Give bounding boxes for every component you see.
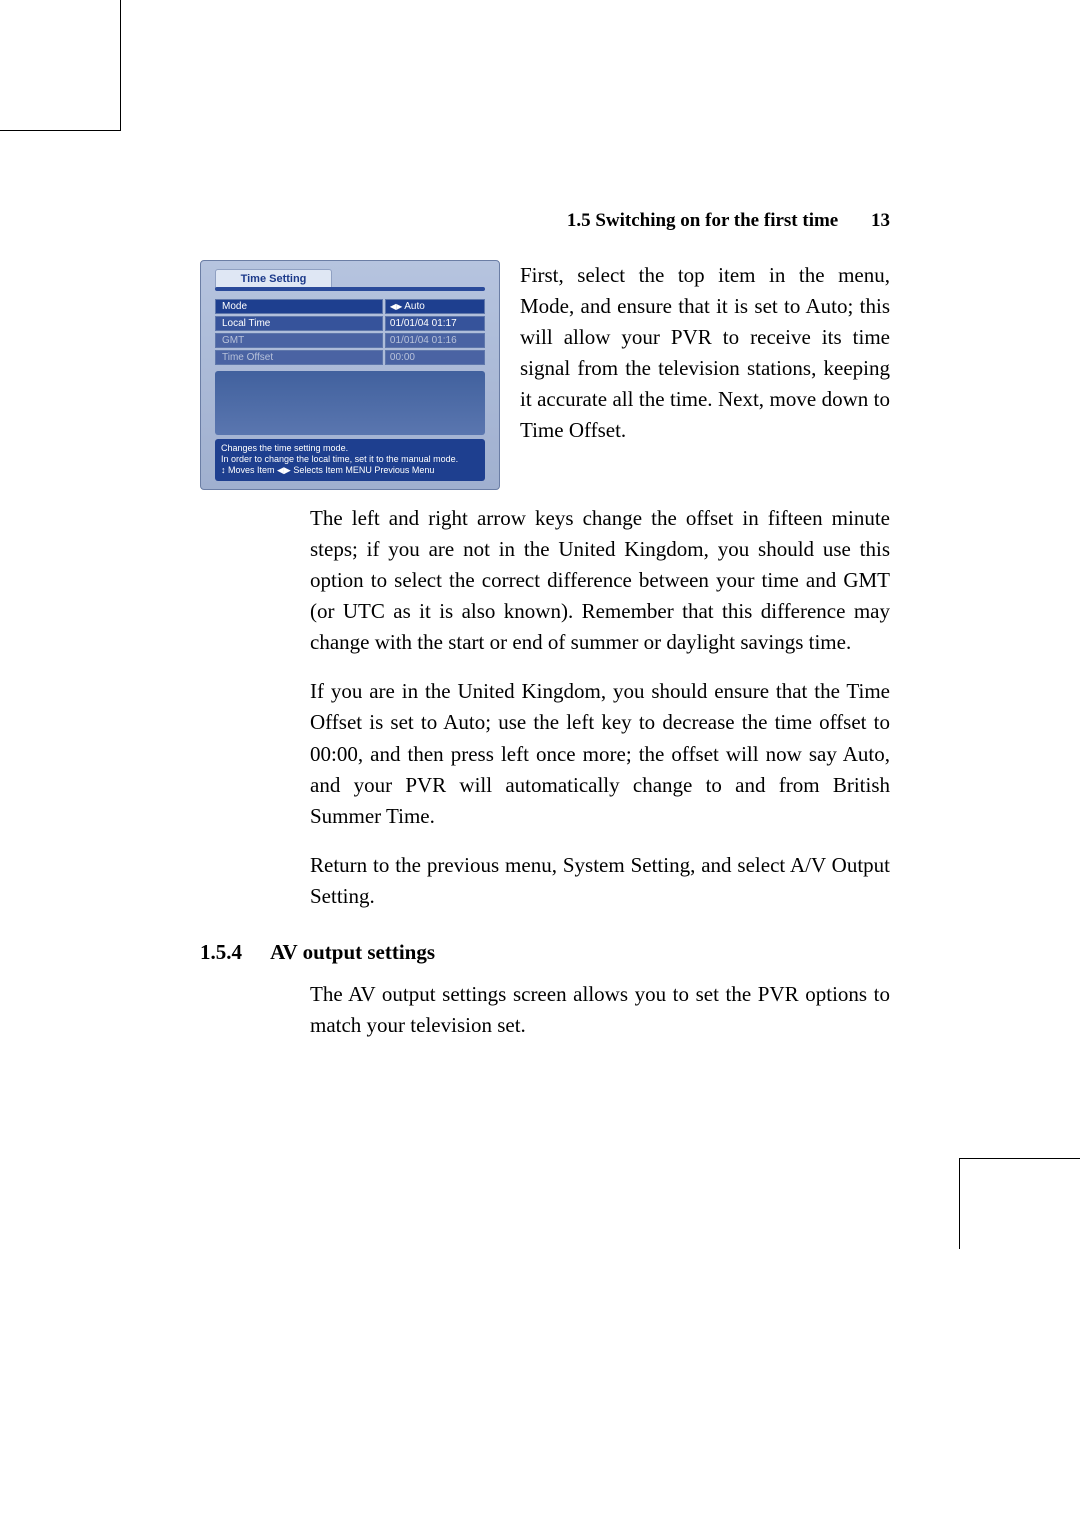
figure-value: 01/01/04 01:16 — [385, 333, 485, 348]
page-number: 13 — [871, 210, 890, 231]
figure-value: 00:00 — [385, 350, 485, 365]
paragraph-uk-auto: If you are in the United Kingdom, you sh… — [310, 676, 890, 831]
figure-body-fill — [215, 371, 485, 435]
paragraph-av-intro: The AV output settings screen allows you… — [310, 979, 890, 1041]
figure-tab-title: Time Setting — [215, 269, 332, 289]
paragraph-offset-steps: The left and right arrow keys change the… — [310, 503, 890, 658]
figure-row-mode: Mode ◀▶Auto — [215, 299, 485, 314]
running-header: 1.5 Switching on for the first time 13 — [0, 210, 890, 232]
figure-label: GMT — [215, 333, 383, 348]
figure-row-time-offset: Time Offset 00:00 — [215, 350, 485, 365]
section-number: 1.5.4 — [200, 940, 266, 965]
figure-label: Local Time — [215, 316, 383, 331]
figure-row-gmt: GMT 01/01/04 01:16 — [215, 333, 485, 348]
time-setting-figure: Time Setting Mode ◀▶Auto Local Time 01/0… — [200, 260, 500, 490]
crop-mark-top-left — [0, 0, 121, 131]
figure-value: 01/01/04 01:17 — [385, 316, 485, 331]
running-header-text: 1.5 Switching on for the first time — [567, 210, 838, 231]
paragraph-intro: First, select the top item in the menu, … — [520, 260, 890, 446]
figure-hint-line: Changes the time setting mode. — [221, 443, 479, 454]
section-title: AV output settings — [270, 940, 435, 964]
figure-hint-line: In order to change the local time, set i… — [221, 454, 479, 465]
figure-label: Mode — [215, 299, 383, 314]
figure-rows: Mode ◀▶Auto Local Time 01/01/04 01:17 GM… — [215, 299, 485, 367]
crop-mark-bottom-right — [959, 1158, 1080, 1249]
figure-value: ◀▶Auto — [385, 299, 485, 314]
figure-hint-bar: Changes the time setting mode. In order … — [215, 439, 485, 481]
figure-hint-line: ↕ Moves Item ◀▶ Selects Item MENU Previo… — [221, 465, 479, 476]
paragraph-return-av: Return to the previous menu, System Sett… — [310, 850, 890, 912]
section-heading: 1.5.4 AV output settings — [200, 940, 890, 965]
figure-row-local-time: Local Time 01/01/04 01:17 — [215, 316, 485, 331]
arrows-icon: ◀▶ — [390, 302, 402, 311]
figure-tab-strip — [215, 287, 485, 291]
figure-label: Time Offset — [215, 350, 383, 365]
